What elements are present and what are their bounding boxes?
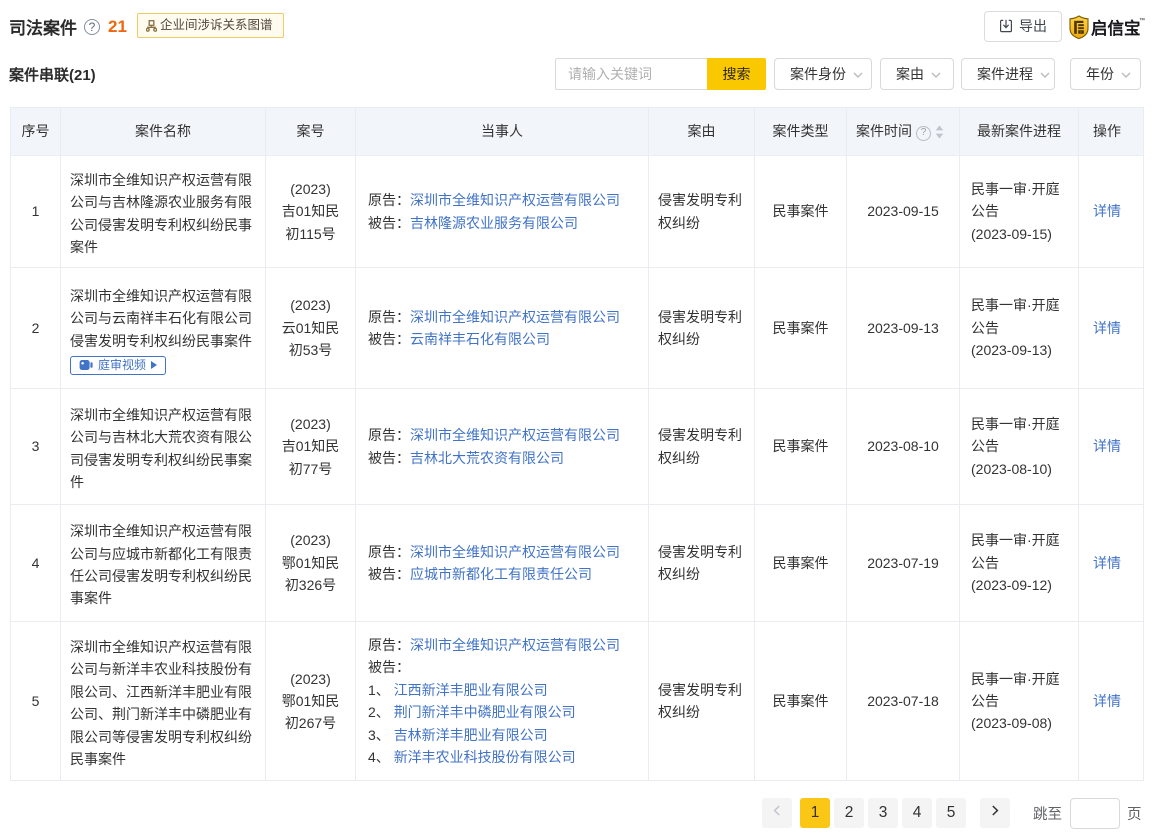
svg-text:启信宝: 启信宝 (1091, 18, 1141, 38)
svg-text:™: ™ (1139, 17, 1145, 24)
